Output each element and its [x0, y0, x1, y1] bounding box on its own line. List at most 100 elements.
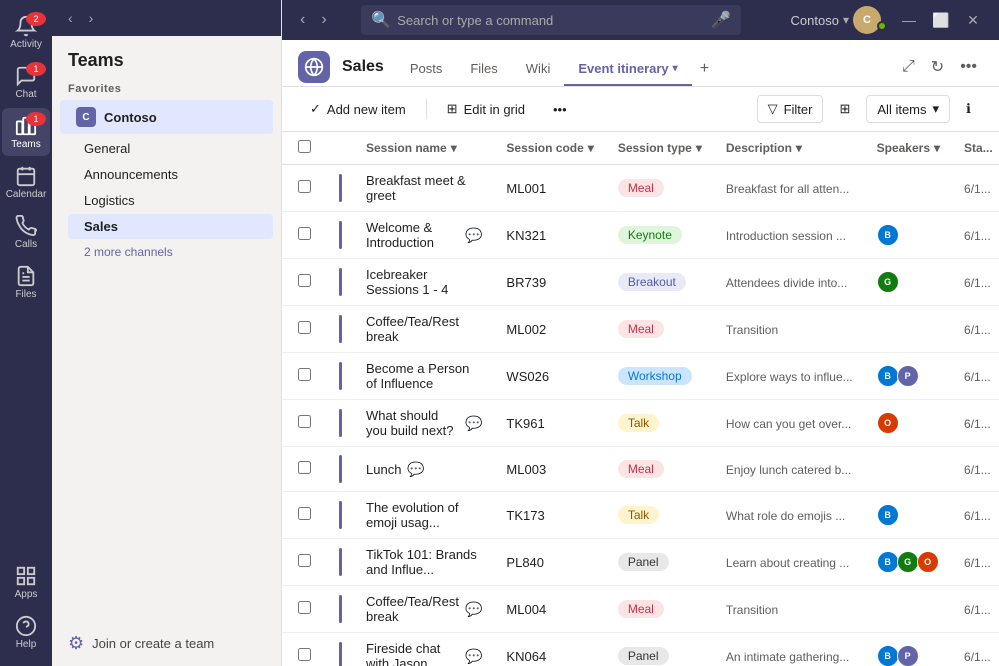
table-row[interactable]: Welcome & Introduction💬KN321KeynoteIntro… [282, 212, 999, 259]
row-checkbox[interactable] [298, 415, 311, 428]
tab-itinerary[interactable]: Event itinerary ▾ [564, 53, 691, 86]
table-row[interactable]: What should you build next?💬TK961TalkHow… [282, 400, 999, 447]
table-row[interactable]: Coffee/Tea/Rest breakML002MealTransition… [282, 306, 999, 353]
chat-icon[interactable]: 💬 [407, 461, 424, 478]
team-contoso[interactable]: C Contoso [60, 100, 273, 134]
chat-icon[interactable]: 💬 [465, 415, 482, 432]
close-button[interactable]: ✕ [959, 10, 987, 30]
view-select[interactable]: All items ▾ [866, 95, 950, 123]
row-checkbox-cell[interactable] [282, 586, 323, 633]
session-name-cell[interactable]: Become a Person of Influence [354, 353, 494, 400]
join-team-button[interactable]: ⚙ Join or create a team [52, 621, 281, 666]
row-checkbox[interactable] [298, 648, 311, 661]
row-checkbox-cell[interactable] [282, 539, 323, 586]
row-checkbox[interactable] [298, 321, 311, 334]
session-name-cell[interactable]: TikTok 101: Brands and Influe... [354, 539, 494, 586]
row-checkbox[interactable] [298, 227, 311, 240]
more-toolbar-button[interactable]: ••• [541, 96, 579, 123]
table-row[interactable]: Breakfast meet & greetML001MealBreakfast… [282, 165, 999, 212]
session-name-cell[interactable]: Fireside chat with Jason💬 [354, 633, 494, 666]
more-channels[interactable]: 2 more channels [68, 240, 273, 264]
channel-logistics[interactable]: Logistics [68, 188, 273, 213]
sidebar-icon-activity[interactable]: Activity 2 [2, 8, 50, 56]
col-check[interactable] [282, 132, 323, 165]
search-input[interactable] [397, 13, 705, 28]
session-name-cell[interactable]: Lunch💬 [354, 447, 494, 492]
maximize-button[interactable]: ⬜ [927, 10, 955, 30]
col-session-name[interactable]: Session name ▾ [354, 132, 494, 165]
chat-icon[interactable]: 💬 [465, 601, 482, 618]
row-checkbox[interactable] [298, 368, 311, 381]
minimize-button[interactable]: — [895, 10, 923, 30]
row-checkbox-cell[interactable] [282, 212, 323, 259]
filter-button[interactable]: ▽ Filter [757, 95, 824, 123]
back-button[interactable]: ‹ [294, 7, 311, 33]
chat-icon[interactable]: 💬 [465, 227, 482, 244]
row-checkbox[interactable] [298, 274, 311, 287]
tab-files[interactable]: Files [456, 53, 511, 86]
row-checkbox[interactable] [298, 507, 311, 520]
sidebar-icon-calls[interactable]: Calls [2, 208, 50, 256]
search-bar[interactable]: 🔍 🎤 [361, 5, 741, 35]
row-checkbox[interactable] [298, 180, 311, 193]
col-start[interactable]: Sta... [952, 132, 999, 165]
table-row[interactable]: Icebreaker Sessions 1 - 4BR739BreakoutAt… [282, 259, 999, 306]
add-item-button[interactable]: ✓ Add new item [298, 95, 418, 123]
row-checkbox[interactable] [298, 601, 311, 614]
row-checkbox-cell[interactable] [282, 306, 323, 353]
session-name-cell[interactable]: Coffee/Tea/Rest break [354, 306, 494, 353]
row-checkbox-cell[interactable] [282, 633, 323, 666]
row-checkbox-cell[interactable] [282, 400, 323, 447]
row-checkbox[interactable] [298, 554, 311, 567]
session-name-cell[interactable]: Icebreaker Sessions 1 - 4 [354, 259, 494, 306]
session-name-cell[interactable]: Breakfast meet & greet [354, 165, 494, 212]
row-checkbox-cell[interactable] [282, 447, 323, 492]
sidebar-icon-calendar[interactable]: Calendar [2, 158, 50, 206]
chat-icon[interactable]: 💬 [465, 648, 482, 665]
table-row[interactable]: The evolution of emoji usag...TK173TalkW… [282, 492, 999, 539]
refresh-button[interactable]: ↻ [925, 53, 950, 81]
forward-button[interactable]: › [315, 7, 332, 33]
view-toggle-button[interactable]: ⊞ [827, 95, 862, 123]
sidebar-icon-help[interactable]: Help [2, 608, 50, 656]
session-name-cell[interactable]: Coffee/Tea/Rest break💬 [354, 586, 494, 633]
col-description[interactable]: Description ▾ [714, 132, 865, 165]
channel-general[interactable]: General [68, 136, 273, 161]
sidebar-icon-apps[interactable]: Apps [2, 558, 50, 606]
session-type-cell: Workshop [606, 353, 714, 400]
session-name-cell[interactable]: The evolution of emoji usag... [354, 492, 494, 539]
table-row[interactable]: TikTok 101: Brands and Influe...PL840Pan… [282, 539, 999, 586]
user-info[interactable]: Contoso ▾ C [791, 6, 887, 34]
select-all-checkbox[interactable] [298, 140, 311, 153]
session-name-cell[interactable]: Welcome & Introduction💬 [354, 212, 494, 259]
col-session-code[interactable]: Session code ▾ [494, 132, 605, 165]
data-table-wrapper[interactable]: Session name ▾ Session code ▾ Session ty… [282, 132, 999, 666]
info-button[interactable]: ℹ [954, 95, 983, 123]
row-indicator [339, 409, 342, 437]
nav-back-button[interactable]: ‹ [64, 8, 77, 28]
col-speakers[interactable]: Speakers ▾ [865, 132, 952, 165]
row-checkbox-cell[interactable] [282, 165, 323, 212]
row-checkbox-cell[interactable] [282, 492, 323, 539]
channel-announcements[interactable]: Announcements [68, 162, 273, 187]
edit-grid-button[interactable]: ⊞ Edit in grid [435, 95, 537, 123]
tab-posts[interactable]: Posts [396, 53, 457, 86]
sidebar-icon-files[interactable]: Files [2, 258, 50, 306]
table-row[interactable]: Coffee/Tea/Rest break💬ML004MealTransitio… [282, 586, 999, 633]
session-name-cell[interactable]: What should you build next?💬 [354, 400, 494, 447]
row-checkbox-cell[interactable] [282, 353, 323, 400]
table-row[interactable]: Lunch💬ML003MealEnjoy lunch catered b...6… [282, 447, 999, 492]
sidebar-icon-teams[interactable]: Teams 1 [2, 108, 50, 156]
sidebar-icon-chat[interactable]: Chat 1 [2, 58, 50, 106]
channel-sales[interactable]: Sales [68, 214, 273, 239]
more-button[interactable]: ••• [954, 54, 983, 80]
expand-button[interactable]: ⤢ [896, 54, 921, 80]
table-row[interactable]: Fireside chat with Jason💬KN064PanelAn in… [282, 633, 999, 666]
col-session-type[interactable]: Session type ▾ [606, 132, 714, 165]
row-checkbox[interactable] [298, 461, 311, 474]
table-row[interactable]: Become a Person of InfluenceWS026Worksho… [282, 353, 999, 400]
tab-wiki[interactable]: Wiki [512, 53, 565, 86]
tab-add-button[interactable]: + [692, 52, 717, 86]
row-checkbox-cell[interactable] [282, 259, 323, 306]
nav-forward-button[interactable]: › [85, 8, 98, 28]
